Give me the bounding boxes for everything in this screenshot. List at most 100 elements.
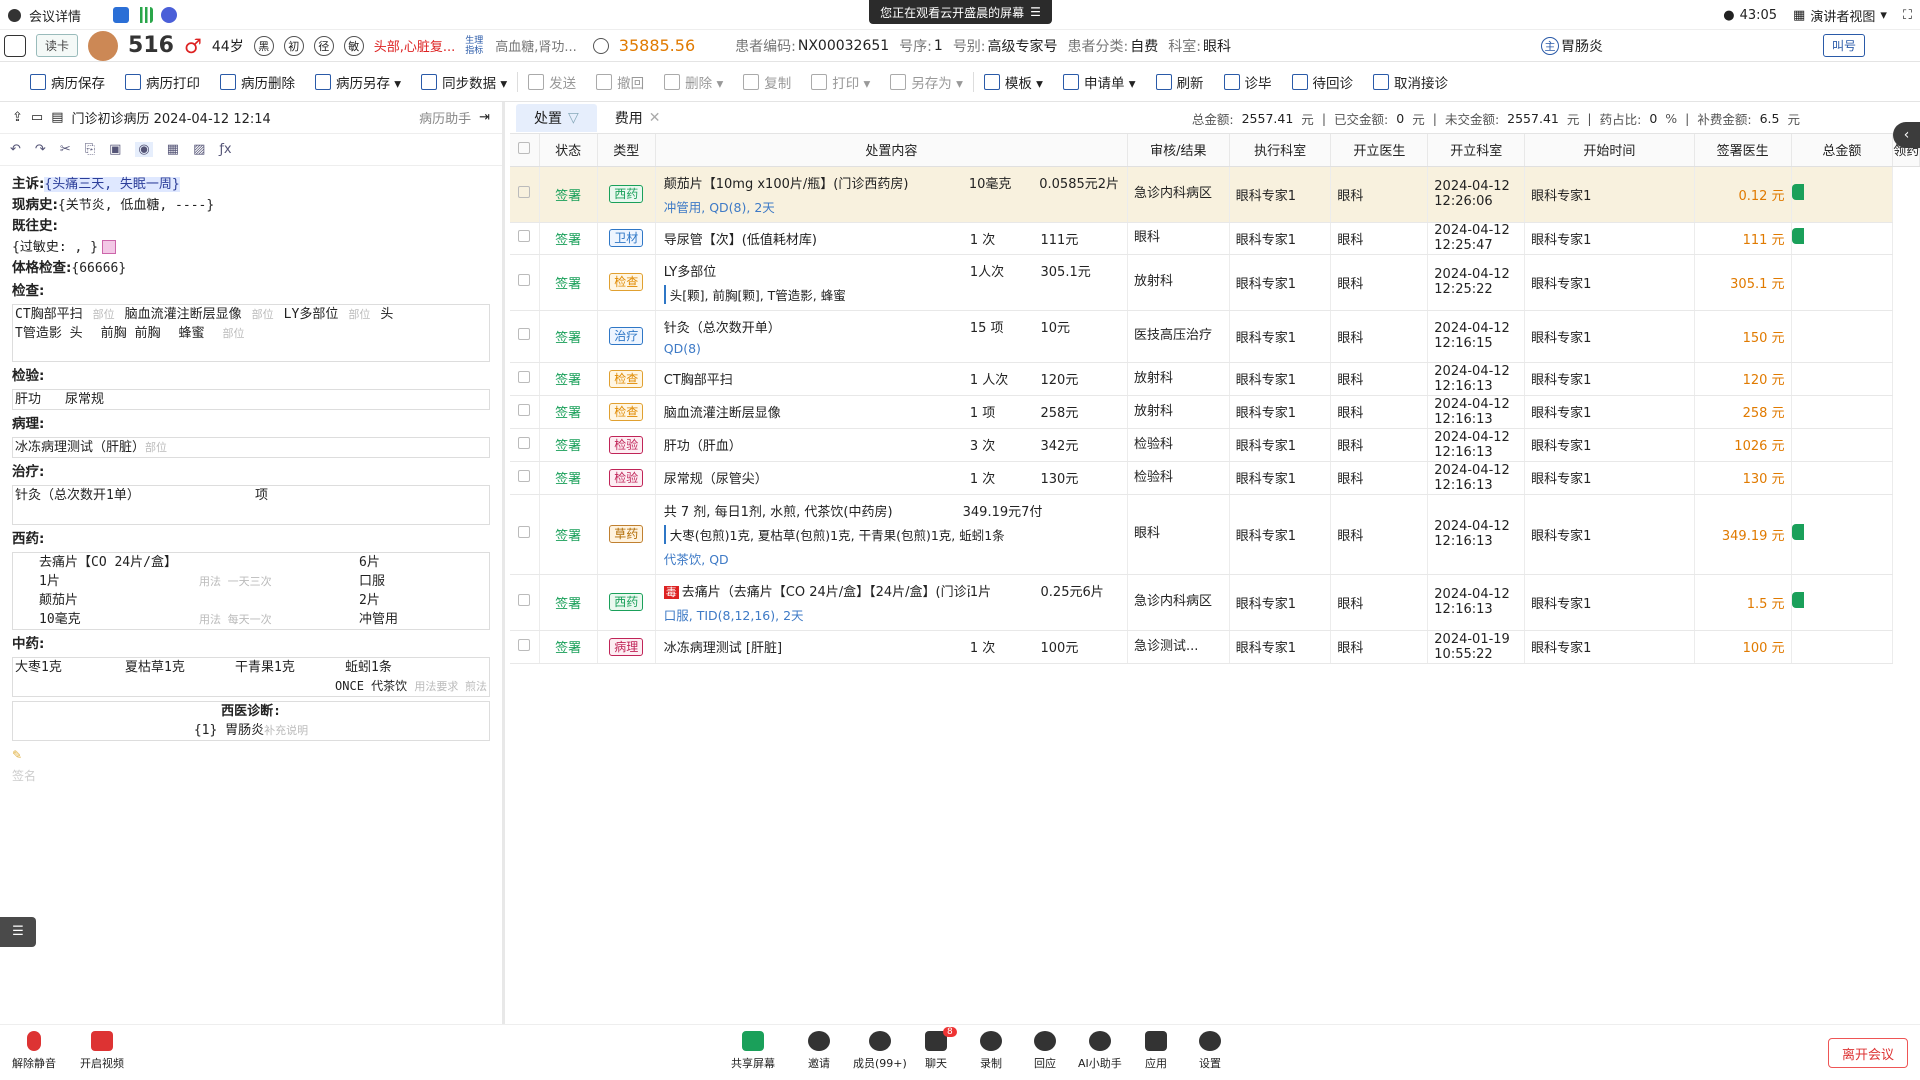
redo-icon[interactable]: ↷: [35, 142, 46, 157]
row-checkbox-cell[interactable]: [510, 494, 540, 575]
toolbar-button-10[interactable]: 另存为 ▾: [880, 62, 973, 102]
drug-status-chip[interactable]: [1791, 228, 1804, 244]
toolbar-button-16[interactable]: 取消接诊: [1363, 62, 1458, 102]
table-row[interactable]: 签署 西药 颠茄片【10mg x100片/瓶】(门诊西药房) 10毫克 0.0585元2…: [510, 166, 1920, 223]
row-checkbox[interactable]: [518, 370, 531, 383]
toolbar-button-7[interactable]: 删除 ▾: [654, 62, 733, 102]
badge-path[interactable]: 径: [313, 35, 334, 56]
table-row[interactable]: 签署 卫材 导尿管【次】(低值耗材库) 1 次 111元 眼科 眼科专家1 眼科 2024-04…: [510, 222, 1920, 255]
row-checkbox[interactable]: [518, 328, 531, 340]
row-checkbox-cell[interactable]: [510, 574, 540, 631]
row-checkbox-cell[interactable]: [510, 166, 540, 223]
table-row[interactable]: 签署西药 毒去痛片（去痛片【CO 24片/盒】【24片/盒】(门诊西药房)1片 0.…: [510, 574, 1920, 631]
row-checkbox-cell[interactable]: [510, 461, 540, 495]
signal-icon[interactable]: [137, 7, 154, 23]
drug-cell[interactable]: [1791, 428, 1894, 462]
toolbar-button-11[interactable]: 模板 ▾: [974, 62, 1053, 102]
column-header[interactable]: 执行科室: [1229, 134, 1332, 167]
column-header[interactable]: 状态: [539, 134, 598, 167]
drug-cell[interactable]: [1791, 362, 1894, 396]
toolbar-button-14[interactable]: 诊毕: [1214, 62, 1282, 102]
check-box[interactable]: CT胸部平扫 部位 脑血流灌注断层显像 部位 LY多部位 部位 头 T管造影 头 前胸…: [12, 304, 490, 362]
present-value[interactable]: {关节炎, 低血糖, ----}: [58, 198, 214, 213]
invite-button[interactable]: 邀请: [808, 1031, 830, 1071]
header-checkbox-cell[interactable]: [510, 134, 540, 167]
row-checkbox[interactable]: [518, 230, 531, 242]
chief-value[interactable]: {头痛三天, 失眠一周}: [44, 177, 180, 192]
toolbar-button-8[interactable]: 复制: [733, 62, 801, 102]
content-cell[interactable]: CT胸部平扫 1 人次 120元: [655, 362, 1129, 396]
table-row[interactable]: 签署 治疗 针灸（总次数开单） 15 项 10元 QD(8) 医技高压治疗 眼科专家1 眼科 20…: [510, 310, 1920, 363]
row-checkbox[interactable]: [518, 436, 531, 449]
table-row[interactable]: 签署 检验 肝功（肝血） 3 次 342元 检验科 眼科专家1 眼科 2024-04-12 12…: [510, 428, 1920, 462]
members-button[interactable]: 成员(99+): [853, 1031, 907, 1071]
column-header[interactable]: 审核/结果: [1127, 134, 1230, 167]
settings-button[interactable]: 设置: [1199, 1031, 1221, 1071]
toolbar-button-0[interactable]: 病历保存: [20, 62, 115, 102]
drug-cell[interactable]: [1791, 166, 1894, 223]
row-checkbox-cell[interactable]: [510, 362, 540, 396]
tab-treatment[interactable]: 处置 ▽: [516, 103, 597, 132]
path-box[interactable]: 冰冻病理测试（肝脏）部位: [12, 437, 490, 458]
drug-status-chip[interactable]: [1791, 524, 1804, 540]
wdx-box[interactable]: 西医诊断: {1} 胃肠炎补充说明: [12, 701, 490, 741]
search-icon[interactable]: [4, 34, 26, 57]
badge-allergy[interactable]: 敏: [343, 35, 364, 56]
row-checkbox[interactable]: [518, 526, 531, 538]
wm-box[interactable]: 去痛片【CO 24片/盒】 6片 1片 用法 一天三次 口服 颠茄片 2片 10毫克 用法…: [12, 552, 490, 630]
toolbar-button-2[interactable]: 病历删除: [210, 62, 305, 102]
table-icon[interactable]: ▦: [167, 142, 179, 157]
drug-cell[interactable]: [1791, 461, 1894, 495]
cut-icon[interactable]: ✂: [60, 142, 71, 157]
content-cell[interactable]: 针灸（总次数开单） 15 项 10元 QD(8): [655, 310, 1129, 363]
undo-icon[interactable]: ↶: [10, 142, 21, 157]
folder-icon[interactable]: ▭: [31, 110, 43, 125]
apps-button[interactable]: 应用: [1145, 1031, 1167, 1071]
toolbar-button-1[interactable]: 病历打印: [115, 62, 210, 102]
leave-meeting-button[interactable]: 离开会议: [1828, 1038, 1908, 1068]
indicator-icon[interactable]: 生理指标: [465, 36, 485, 56]
toolbar-button-13[interactable]: 刷新: [1146, 62, 1214, 102]
share-screen-button[interactable]: 共享屏幕: [731, 1031, 775, 1071]
filter-icon[interactable]: ▽: [568, 110, 579, 126]
drug-cell[interactable]: [1791, 395, 1894, 429]
content-cell[interactable]: 脑血流灌注断层显像 1 项 258元: [655, 395, 1129, 429]
table-row[interactable]: 签署 草药 共 7 剂, 每日1剂, 水煎, 代茶饮(中药房) 349.19元7付 大枣…: [510, 494, 1920, 575]
view-icon[interactable]: ◉: [135, 142, 153, 157]
exit-icon[interactable]: ⇥: [479, 110, 490, 125]
content-cell[interactable]: 共 7 剂, 每日1剂, 水煎, 代茶饮(中药房) 349.19元7付 大枣(包煎)…: [655, 494, 1129, 575]
drug-cell[interactable]: [1791, 310, 1894, 363]
upload-icon[interactable]: ⇪: [12, 110, 23, 125]
column-header[interactable]: 处置内容: [655, 134, 1129, 167]
drug-cell[interactable]: [1791, 630, 1894, 664]
menu-icon[interactable]: ☰: [1030, 5, 1041, 19]
app-icon[interactable]: [161, 7, 178, 23]
toolbar-button-15[interactable]: 待回诊: [1282, 62, 1364, 102]
allergy-value[interactable]: {过敏史: , }: [12, 240, 98, 255]
record-button[interactable]: 录制: [980, 1031, 1002, 1071]
content-cell[interactable]: 冰冻病理测试 [肝脏] 1 次 100元: [655, 630, 1129, 664]
content-cell[interactable]: 颠茄片【10mg x100片/瓶】(门诊西药房) 10毫克 0.0585元2片 冲管用…: [655, 166, 1129, 223]
list-toggle-button[interactable]: ☰: [0, 917, 36, 947]
row-checkbox[interactable]: [518, 638, 531, 651]
toolbar-button-4[interactable]: 同步数据 ▾: [411, 62, 517, 102]
close-icon[interactable]: ✕: [649, 110, 661, 126]
select-all-checkbox[interactable]: [518, 141, 531, 154]
chat-button[interactable]: 聊天 8: [925, 1027, 957, 1071]
cm-box[interactable]: 大枣1克 夏枯草1克 干青果1克 蚯蚓1条 ONCE 代茶饮 用法要求 煎法: [12, 657, 490, 697]
row-checkbox-cell[interactable]: [510, 395, 540, 429]
symptoms-text[interactable]: 头部,心脏复...: [374, 36, 456, 55]
content-cell[interactable]: 尿常规（尿管尖） 1 次 130元: [655, 461, 1129, 495]
call-number-button[interactable]: 叫号: [1822, 34, 1865, 57]
fullscreen-icon[interactable]: ⛶: [1903, 8, 1912, 23]
share-banner[interactable]: 您正在观看云开盛晨的屏幕 ☰: [869, 0, 1052, 24]
column-header[interactable]: 开立医生: [1330, 134, 1429, 167]
signature-label[interactable]: 签名: [12, 769, 36, 783]
record-title[interactable]: 门诊初诊病历 2024-04-12 12:14: [72, 108, 271, 127]
drug-cell[interactable]: [1791, 494, 1894, 575]
meeting-title[interactable]: 会议详情: [29, 6, 81, 25]
toolbar-button-9[interactable]: 打印 ▾: [801, 62, 880, 102]
video-button[interactable]: 开启视频: [80, 1031, 124, 1071]
column-header[interactable]: 开立科室: [1427, 134, 1526, 167]
copy-icon[interactable]: ⎘: [85, 142, 95, 157]
